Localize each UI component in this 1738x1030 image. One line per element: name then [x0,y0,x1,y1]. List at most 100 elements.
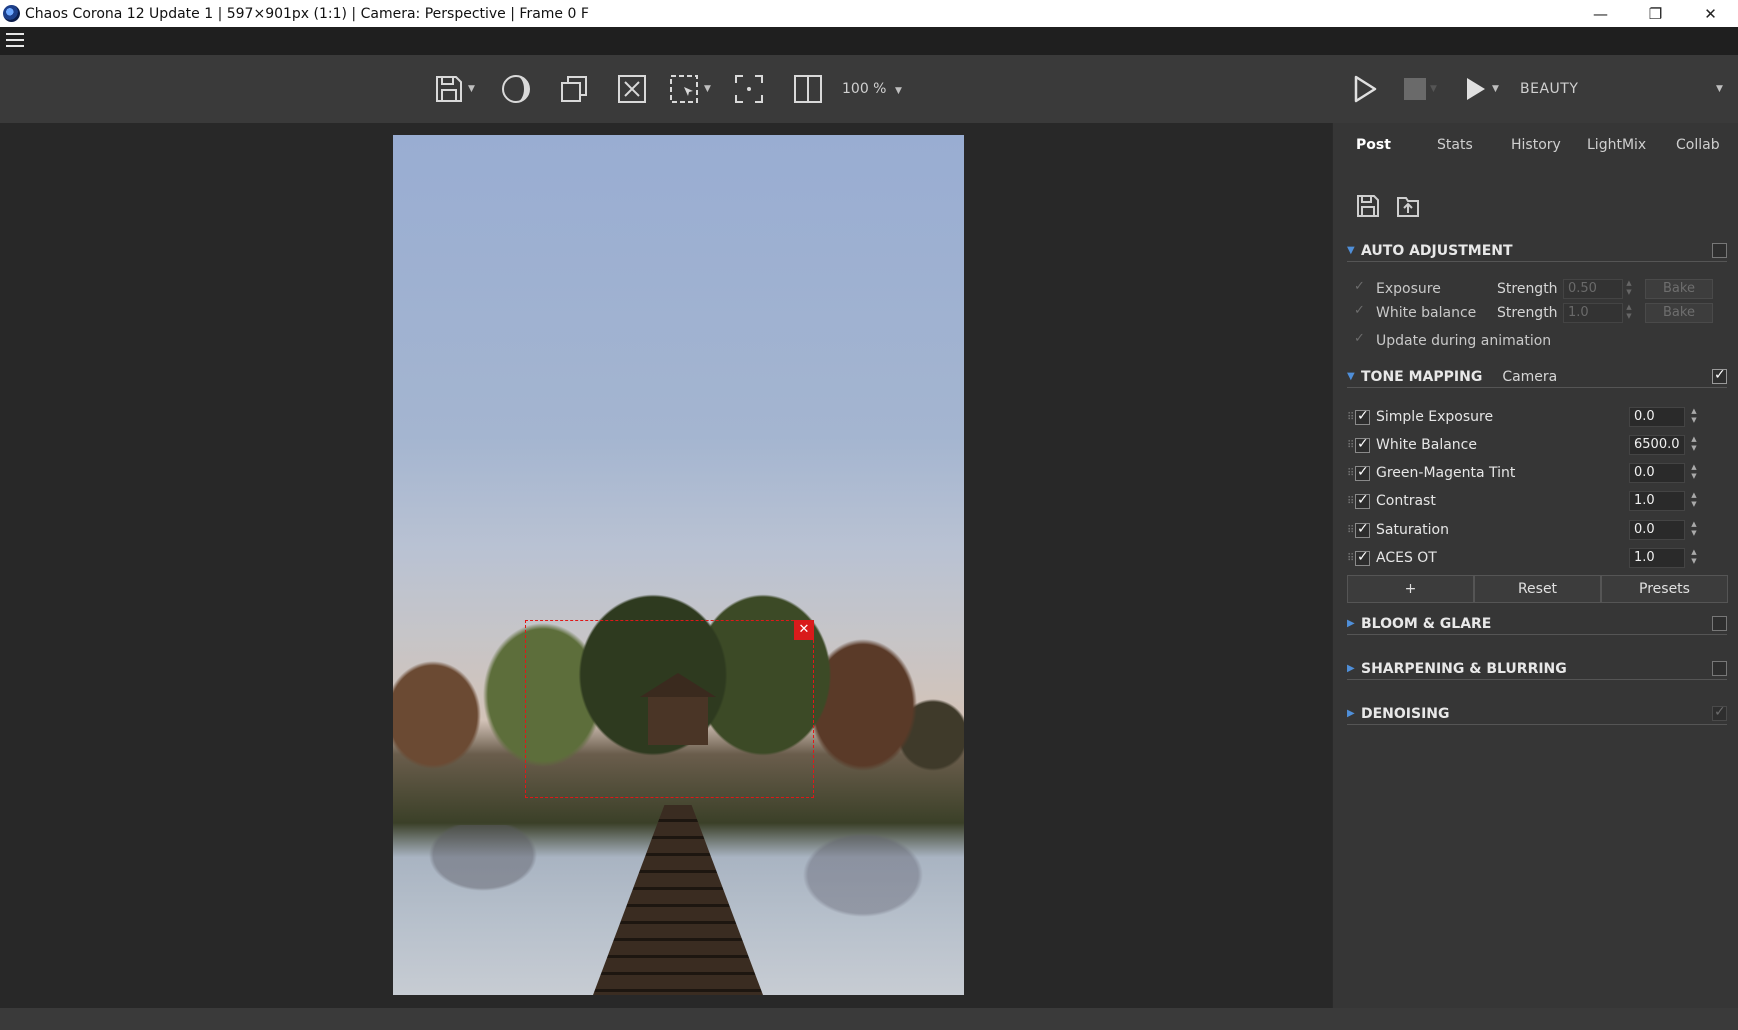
operator-value-input[interactable]: 0.0 [1629,463,1685,483]
start-render-button[interactable] [1352,71,1378,107]
operator-row: ⠿ Saturation 0.0 ▲▼ [1347,518,1727,542]
compare-split-button[interactable] [792,71,824,107]
auto-adjustment-header[interactable]: ▼ AUTO ADJUSTMENT [1347,240,1727,262]
save-image-button[interactable]: ▼ [434,71,475,107]
operator-spinner[interactable]: ▲ ▼ [1688,407,1700,427]
operator-spinner[interactable]: ▲ ▼ [1688,548,1700,568]
operator-checkbox[interactable] [1355,521,1370,538]
drag-handle-icon[interactable]: ⠿ [1347,496,1355,507]
operator-label: Contrast [1376,493,1436,509]
operator-row: ⠿ Simple Exposure 0.0 ▲▼ [1347,405,1727,429]
white-balance-auto-row: White balance Strength 1.0 ▲▼ Bake [1347,301,1727,325]
load-post-settings-icon[interactable] [1395,193,1421,219]
wb-strength-input[interactable]: 1.0 [1563,303,1623,323]
sharpening-blurring-header[interactable]: ▶ SHARPENING & BLURRING [1347,658,1727,680]
zoom-value: 100 % [842,81,887,97]
rendered-image[interactable]: ✕ [393,135,964,995]
operator-row: ⠿ ACES OT 1.0 ▲▼ [1347,546,1727,570]
tab-stats[interactable]: Stats [1437,137,1473,153]
stop-dropdown-caret[interactable]: ▼ [1430,84,1437,94]
minimize-button[interactable]: — [1573,0,1628,27]
operator-value-input[interactable]: 0.0 [1629,407,1685,427]
region-dropdown-caret[interactable]: ▼ [704,84,711,94]
tone-mapping-header[interactable]: ▼ TONE MAPPING Camera [1347,366,1727,388]
operator-spinner[interactable]: ▲ ▼ [1688,435,1700,455]
exposure-strength-spinner[interactable]: ▲ ▼ [1623,279,1635,299]
render-pass-label[interactable]: BEAUTY [1520,81,1578,97]
operator-checkbox[interactable] [1355,464,1370,481]
operator-value-input[interactable]: 6500.0 [1629,435,1685,455]
exposure-strength-input[interactable]: 0.50 [1563,279,1623,299]
operator-row: ⠿ White Balance 6500.0 ▲▼ [1347,433,1727,457]
drag-handle-icon[interactable]: ⠿ [1347,468,1355,479]
corona-logo-icon [3,5,20,22]
wb-bake-button[interactable]: Bake [1645,303,1713,323]
white-balance-auto-checkbox[interactable] [1353,303,1368,321]
denoising-header[interactable]: ▶ DENOISING [1347,703,1727,725]
stop-icon [1404,78,1426,100]
ipr-render-button[interactable]: ▼ [1464,71,1499,107]
update-animation-checkbox[interactable] [1353,331,1368,349]
fit-to-window-button[interactable] [733,71,765,107]
operator-row: ⠿ Contrast 1.0 ▲▼ [1347,489,1727,513]
operator-spinner[interactable]: ▲ ▼ [1688,491,1700,511]
drag-handle-icon[interactable]: ⠿ [1347,525,1355,536]
bloom-glare-header[interactable]: ▶ BLOOM & GLARE [1347,613,1727,635]
bloom-glare-enable-checkbox[interactable] [1712,616,1727,631]
operator-checkbox[interactable] [1355,549,1370,566]
ipr-dropdown-caret[interactable]: ▼ [1492,84,1499,94]
operator-spinner[interactable]: ▲ ▼ [1688,463,1700,483]
tab-collab[interactable]: Collab [1676,137,1720,153]
operator-checkbox[interactable] [1355,436,1370,453]
operator-spinner[interactable]: ▲ ▼ [1688,520,1700,540]
region-close-icon[interactable]: ✕ [794,620,814,640]
operator-checkbox[interactable] [1355,492,1370,509]
operator-checkbox[interactable] [1355,408,1370,425]
tone-mapping-enable-checkbox[interactable] [1712,367,1727,384]
window-controls: — ❐ ✕ [1573,0,1738,27]
reset-button[interactable]: Reset [1474,575,1601,603]
stop-render-button[interactable]: ▼ [1404,71,1437,107]
tab-post[interactable]: Post [1356,137,1391,153]
collapsed-triangle-icon: ▶ [1347,708,1355,719]
toolbar: ▼ ▼ 100 % ▼ ▼ ▼ BEAUTY ▼ [0,55,1738,123]
denoising-enable-checkbox[interactable] [1712,704,1727,721]
wb-strength-spinner[interactable]: ▲ ▼ [1623,303,1635,323]
tone-mapping-buttons: + Reset Presets [1347,575,1728,603]
exposure-bake-button[interactable]: Bake [1645,279,1713,299]
drag-handle-icon[interactable]: ⠿ [1347,412,1355,423]
copy-to-vfb-button[interactable] [558,71,590,107]
update-animation-row: Update during animation [1347,329,1727,353]
render-pass-caret[interactable]: ▼ [1716,84,1723,94]
material-editor-button[interactable] [500,71,532,107]
region-render-button[interactable]: ▼ [668,71,711,107]
post-panel: Post Stats History LightMix Collab ▼ AUT… [1332,123,1738,1008]
presets-button[interactable]: Presets [1601,575,1728,603]
add-operator-button[interactable]: + [1347,575,1474,603]
zoom-dropdown[interactable]: 100 % ▼ [842,81,902,97]
sharpening-blurring-enable-checkbox[interactable] [1712,661,1727,676]
exposure-strength-label: Strength [1497,281,1558,297]
operator-value-input[interactable]: 1.0 [1629,491,1685,511]
exposure-auto-checkbox[interactable] [1353,279,1368,297]
save-post-settings-icon[interactable] [1355,193,1381,219]
tab-lightmix[interactable]: LightMix [1587,137,1646,153]
update-animation-label: Update during animation [1376,333,1552,349]
save-dropdown-caret[interactable]: ▼ [468,84,475,94]
operator-value-input[interactable]: 1.0 [1629,548,1685,568]
tone-mapping-preset-name: Camera [1502,368,1558,385]
drag-handle-icon[interactable]: ⠿ [1347,553,1355,564]
tab-history[interactable]: History [1511,137,1561,153]
play-outline-icon [1354,75,1377,103]
auto-adjustment-enable-checkbox[interactable] [1712,243,1727,258]
operator-value-input[interactable]: 0.0 [1629,520,1685,540]
expanded-triangle-icon: ▼ [1347,371,1355,382]
render-region-box[interactable]: ✕ [525,620,814,798]
close-button[interactable]: ✕ [1683,0,1738,27]
drag-handle-icon[interactable]: ⠿ [1347,440,1355,451]
restore-button[interactable]: ❐ [1628,0,1683,27]
save-icon [436,76,462,102]
hamburger-menu-icon[interactable] [6,33,24,49]
render-viewport[interactable]: ✕ [0,123,1332,1008]
clear-vfb-button[interactable] [616,71,648,107]
